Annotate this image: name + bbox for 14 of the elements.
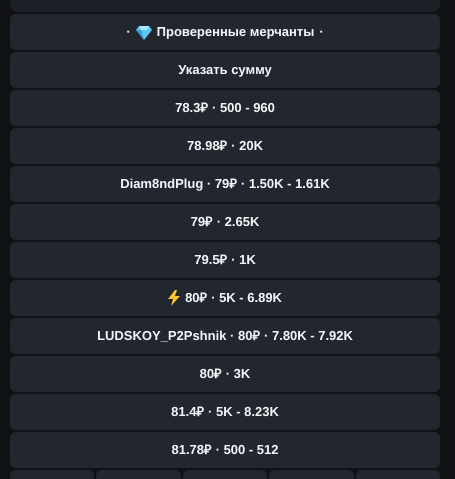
- keyboard-button[interactable]: 81.78₽ · 500 - 512: [10, 432, 440, 468]
- keyboard-button[interactable]: 79₽ · 2.65K: [10, 204, 440, 240]
- keyboard-button[interactable]: 80₽ · 5K - 6.89K: [10, 280, 440, 316]
- diamond-icon: [136, 24, 152, 40]
- keyboard-button[interactable]: LUDSKOY_P2Pshnik · 80₽ · 7.80K - 7.92K: [10, 318, 440, 354]
- keyboard-button[interactable]: 80₽ · 3K: [10, 356, 440, 392]
- lightning-icon: [168, 290, 180, 306]
- keyboard-button[interactable]: Diam8ndPlug · 79₽ · 1.50K - 1.61K: [10, 166, 440, 202]
- keyboard-button[interactable]: 79.5₽ · 1K: [10, 242, 440, 278]
- keyboard-button[interactable]: 81.4₽ · 5K - 8.23K: [10, 394, 440, 430]
- keyboard-button[interactable]: 78.98₽ · 20K: [10, 128, 440, 164]
- keyboard-button[interactable]: Указать сумму: [10, 52, 440, 88]
- keyboard-button[interactable]: · Проверенные мерчанты ·: [10, 14, 440, 50]
- keyboard-button[interactable]: 78.3₽ · 500 - 960: [10, 90, 440, 126]
